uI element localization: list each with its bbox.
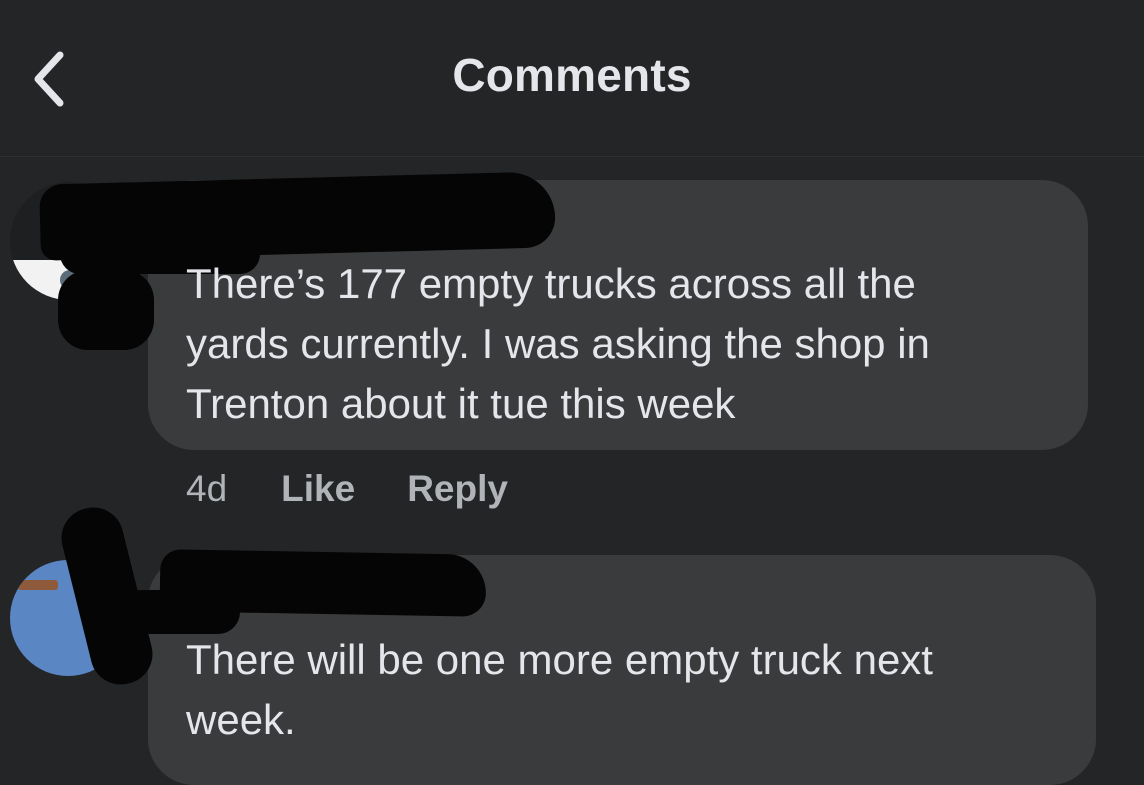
comment-timestamp: 4d: [186, 468, 228, 509]
redacted-author-name: [58, 270, 154, 350]
like-button[interactable]: Like: [281, 468, 355, 510]
header-bar: Comments: [0, 0, 1144, 157]
comment-actions: 4d Like Reply: [186, 468, 508, 510]
comment-text: There will be one more empty truck next …: [186, 636, 933, 743]
reply-button[interactable]: Reply: [407, 468, 508, 510]
comment-text: There’s 177 empty trucks across all the …: [186, 260, 930, 427]
redacted-author-name: [120, 590, 240, 634]
avatar-photo: [18, 580, 58, 590]
page-title: Comments: [452, 49, 692, 101]
